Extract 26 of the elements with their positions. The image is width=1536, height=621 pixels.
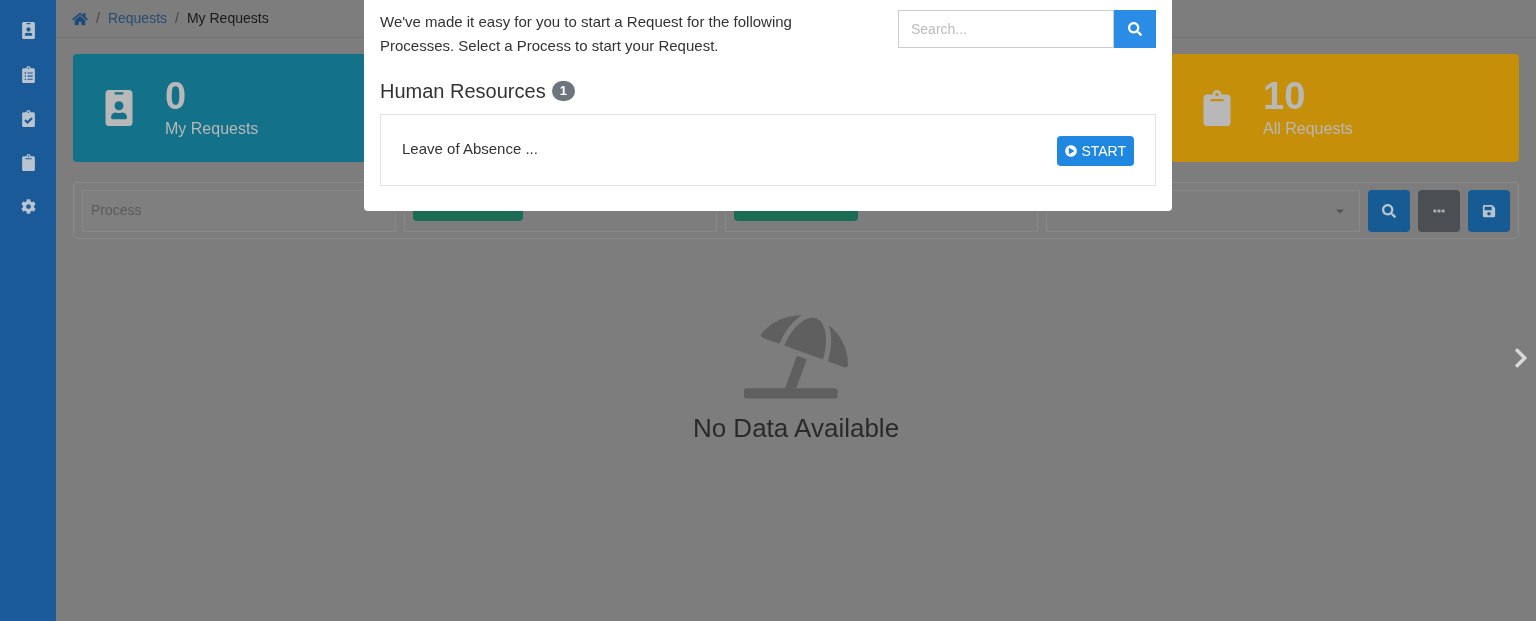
play-icon <box>1065 145 1078 157</box>
breadcrumb-current: My Requests <box>186 9 269 28</box>
card-icon <box>1203 90 1231 126</box>
category-title: Human Resources <box>380 79 546 104</box>
process-name: Leave of Absence ... <box>402 139 538 159</box>
breadcrumb-link[interactable]: Requests <box>107 8 168 29</box>
card-label: My Requests <box>165 119 259 139</box>
beach-umbrella-icon <box>744 315 848 399</box>
home-icon[interactable] <box>72 11 88 26</box>
card-count: 0 <box>165 75 188 117</box>
search-icon <box>1128 22 1142 36</box>
search-button[interactable] <box>1368 189 1410 232</box>
count-badge: 1 <box>551 81 575 101</box>
breadcrumb-separator: / <box>175 9 179 28</box>
card-count: 10 <box>1263 75 1307 117</box>
save-button[interactable] <box>1468 189 1510 232</box>
empty-state-text: No Data Available <box>692 412 900 445</box>
start-button[interactable]: START <box>1057 136 1134 166</box>
card-icon <box>105 90 133 126</box>
modal-intro-text: We've made it easy for you to start a Request for the following Processes. Select a Process to start your Request. <box>380 12 793 56</box>
breadcrumb-separator: / <box>96 9 100 28</box>
search-icon <box>1382 203 1396 218</box>
more-button[interactable] <box>1418 189 1460 232</box>
card-label: All Requests <box>1263 119 1353 139</box>
search-button[interactable] <box>1114 10 1156 48</box>
next-arrow-icon[interactable] <box>1514 346 1528 370</box>
